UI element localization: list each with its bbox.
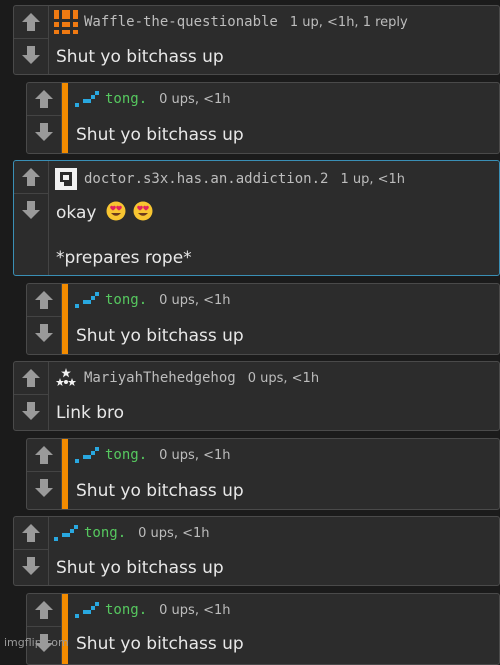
upvote-button[interactable] <box>27 594 61 627</box>
comment-text: Shut yo bitchass up <box>56 47 224 67</box>
orange-waffle-avatar[interactable] <box>54 10 78 34</box>
comment-text: Link bro <box>56 403 125 423</box>
down-arrow-icon <box>35 123 53 141</box>
blue-pixel-avatar[interactable] <box>54 521 78 545</box>
down-arrow-icon <box>22 46 40 64</box>
comment-meta: 0 ups, <1h <box>159 91 231 107</box>
downvote-button[interactable] <box>27 317 61 349</box>
comment-text: Shut yo bitchass up <box>76 634 244 654</box>
comment-reply: tong. 0 ups, <1h Shut yo bitchass up <box>26 593 500 665</box>
blue-pixel-avatar[interactable] <box>75 288 99 312</box>
op-highlight-bar <box>62 284 68 354</box>
comment-meta: 0 ups, <1h <box>159 292 231 308</box>
up-arrow-icon <box>22 168 40 186</box>
downvote-button[interactable] <box>14 395 48 427</box>
username[interactable]: Waffle-the-questionable <box>84 14 278 30</box>
up-arrow-icon <box>35 90 53 108</box>
comment-text: Shut yo bitchass up <box>56 558 224 578</box>
up-arrow-icon <box>22 524 40 542</box>
heart-eyes-emoji <box>106 201 126 221</box>
downvote-button[interactable] <box>14 550 48 582</box>
comment-reply: tong. 0 ups, <1h Shut yo bitchass up <box>26 438 500 510</box>
comment: tong. 0 ups, <1h Shut yo bitchass up <box>13 516 500 586</box>
username[interactable]: tong. <box>105 292 147 308</box>
comment-text: Shut yo bitchass up <box>76 481 244 501</box>
up-arrow-icon <box>35 446 53 464</box>
comment-reply: tong. 0 ups, <1h Shut yo bitchass up <box>26 283 500 355</box>
stars-avatar[interactable] <box>54 366 78 390</box>
comment-meta: 0 ups, <1h <box>159 447 231 463</box>
comment: MariyahThehedgehog 0 ups, <1h Link bro <box>13 361 500 431</box>
upvote-button[interactable] <box>14 362 48 395</box>
username[interactable]: tong. <box>105 91 147 107</box>
up-arrow-icon <box>22 369 40 387</box>
down-arrow-icon <box>22 402 40 420</box>
upvote-button[interactable] <box>27 284 61 317</box>
downvote-button[interactable] <box>27 116 61 148</box>
op-highlight-bar <box>62 594 68 664</box>
comment-reply: tong. 0 ups, <1h Shut yo bitchass up <box>26 82 500 154</box>
comment-text: Shut yo bitchass up <box>76 125 244 145</box>
downvote-button[interactable] <box>27 472 61 504</box>
comment-meta: 0 ups, <1h <box>138 525 210 541</box>
up-arrow-icon <box>35 291 53 309</box>
op-highlight-bar <box>62 83 68 153</box>
heart-eyes-emoji <box>133 201 153 221</box>
upvote-button[interactable] <box>14 517 48 550</box>
comment-text-line: okay <box>56 203 97 223</box>
up-arrow-icon <box>35 601 53 619</box>
upvote-button[interactable] <box>27 83 61 116</box>
downvote-button[interactable] <box>14 194 48 226</box>
vote-column <box>27 439 62 509</box>
username[interactable]: tong. <box>105 602 147 618</box>
username[interactable]: doctor.s3x.has.an.addiction.2 <box>84 171 328 187</box>
username[interactable]: tong. <box>105 447 147 463</box>
down-arrow-icon <box>35 479 53 497</box>
vote-column <box>27 284 62 354</box>
op-highlight-bar <box>62 439 68 509</box>
comment-text: Shut yo bitchass up <box>76 326 244 346</box>
vote-column <box>14 161 49 275</box>
down-arrow-icon <box>22 201 40 219</box>
comment: doctor.s3x.has.an.addiction.2 1 up, <1h … <box>13 160 500 276</box>
comment-meta: 0 ups, <1h <box>159 602 231 618</box>
down-arrow-icon <box>35 324 53 342</box>
watermark: imgflip.com <box>4 636 69 649</box>
vote-column <box>14 362 49 430</box>
upvote-button[interactable] <box>14 161 48 194</box>
comment-meta: 1 up, <1h, 1 reply <box>289 14 408 30</box>
vote-column <box>27 83 62 153</box>
upvote-button[interactable] <box>27 439 61 472</box>
username[interactable]: MariyahThehedgehog <box>84 370 236 386</box>
blue-pixel-avatar[interactable] <box>75 443 99 467</box>
comment-text-line: *prepares rope* <box>56 248 192 268</box>
downvote-button[interactable] <box>14 39 48 71</box>
white-frame-avatar[interactable] <box>54 167 78 191</box>
comment-text: okay <box>56 201 153 223</box>
comment: Waffle-the-questionable 1 up, <1h, 1 rep… <box>13 5 500 75</box>
down-arrow-icon <box>22 557 40 575</box>
vote-column <box>27 594 62 664</box>
blue-pixel-avatar[interactable] <box>75 598 99 622</box>
comment-meta: 0 ups, <1h <box>247 370 320 386</box>
vote-column <box>14 6 49 74</box>
up-arrow-icon <box>22 13 40 31</box>
upvote-button[interactable] <box>14 6 48 39</box>
username[interactable]: tong. <box>84 525 126 541</box>
vote-column <box>14 517 49 585</box>
blue-pixel-avatar[interactable] <box>75 87 99 111</box>
comment-meta: 1 up, <1h <box>340 171 405 187</box>
